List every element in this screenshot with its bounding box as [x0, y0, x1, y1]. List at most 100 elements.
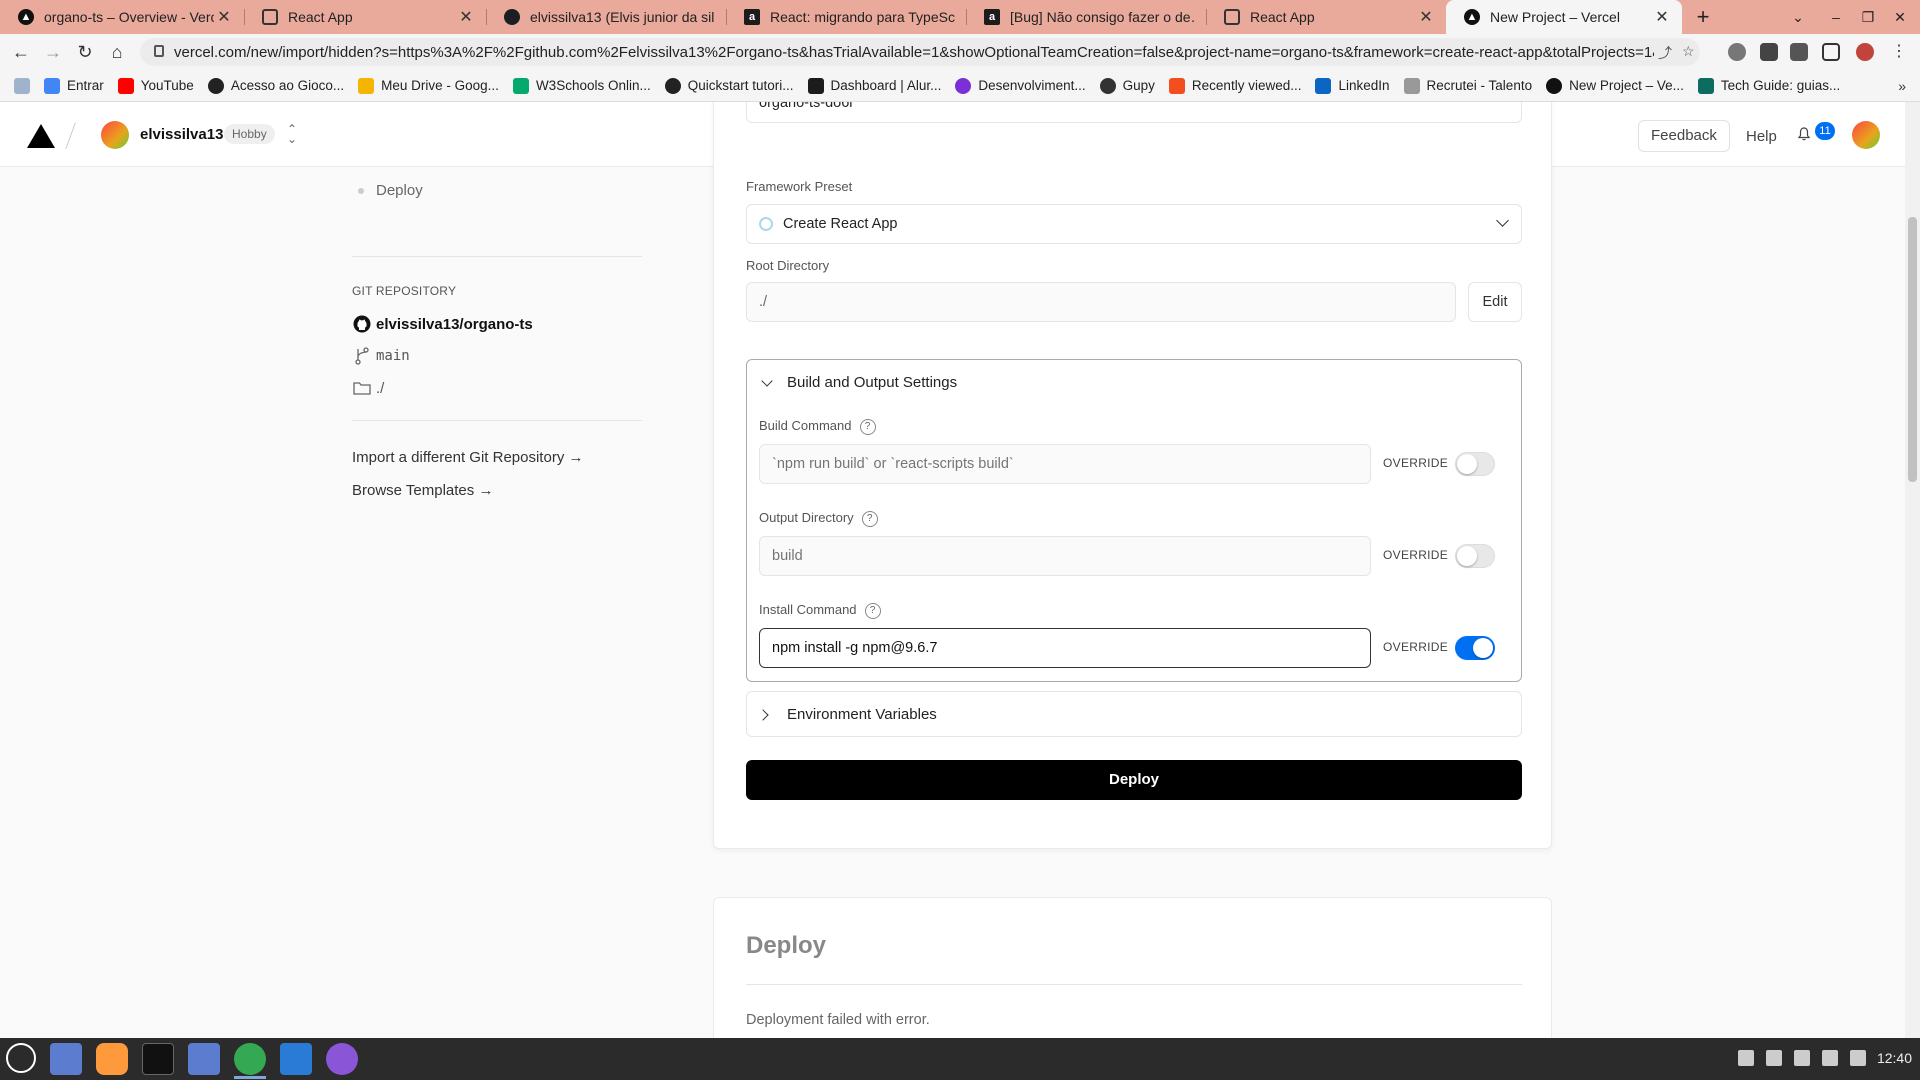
tab-title: organo-ts – Overview - Vercel — [44, 9, 214, 25]
bookmark-item[interactable]: Entrar — [44, 77, 104, 94]
clock[interactable]: 12:40 — [1877, 1050, 1912, 1066]
vercel-logo-icon[interactable] — [27, 124, 55, 148]
bookmark-item[interactable]: New Project – Ve... — [1546, 77, 1684, 94]
alura-icon: a — [744, 9, 760, 25]
tab-search-icon[interactable]: ⌄ — [1786, 6, 1810, 28]
apps-icon — [44, 77, 60, 94]
directory-path: ./ — [376, 379, 385, 397]
media-queue-icon[interactable] — [1790, 43, 1808, 61]
url-input[interactable]: vercel.com/new/import/hidden?s=https%3A%… — [140, 38, 1700, 66]
build-output-settings-toggle[interactable]: Build and Output Settings — [787, 374, 957, 391]
share-icon[interactable]: ⤴ — [1658, 43, 1672, 63]
minimize-icon[interactable]: – — [1824, 6, 1848, 28]
environment-variables-panel[interactable]: Environment Variables — [746, 691, 1522, 737]
import-different-repo-link[interactable]: Import a different Git Repository → — [352, 449, 583, 466]
team-name[interactable]: elvissilva13 — [140, 126, 223, 143]
browser-menu-icon[interactable]: ⋮ — [1886, 39, 1912, 65]
browser-tab[interactable]: React App ✕ — [1206, 0, 1446, 34]
bookmark-item[interactable]: LinkedIn — [1315, 77, 1390, 94]
bookmark-item[interactable]: YouTube — [117, 77, 194, 94]
bookmark-item[interactable]: Meu Drive - Goog... — [358, 77, 499, 94]
bookmark-item[interactable]: W3Schools Onlin... — [512, 77, 651, 94]
bookmark-item[interactable]: Recrutei - Talento — [1403, 77, 1532, 94]
help-circle-icon[interactable]: ? — [861, 510, 878, 527]
browser-tab[interactable]: React App ✕ — [244, 0, 486, 34]
browser-tab[interactable]: ▲ organo-ts – Overview - Vercel ✕ — [0, 0, 244, 34]
extension-globe-icon[interactable] — [1728, 43, 1746, 61]
vscode-icon[interactable] — [280, 1043, 312, 1075]
maximize-icon[interactable]: ❐ — [1856, 6, 1880, 28]
git-repository-heading: GIT REPOSITORY — [352, 284, 457, 298]
browser-tab-active[interactable]: ▲ New Project – Vercel ✕ — [1446, 0, 1682, 34]
bookmark-item[interactable]: Dashboard | Alur... — [807, 77, 941, 94]
close-icon[interactable]: ✕ — [1652, 7, 1672, 27]
help-link[interactable]: Help — [1746, 128, 1777, 145]
browser-tab[interactable]: a React: migrando para TypeSc… — [726, 0, 966, 34]
deploy-button[interactable]: Deploy — [746, 760, 1522, 800]
volume-icon[interactable] — [1850, 1050, 1866, 1066]
youtube-icon — [117, 77, 134, 94]
reload-icon[interactable]: ↻ — [72, 39, 98, 65]
url-text: vercel.com/new/import/hidden?s=https%3A%… — [174, 43, 1654, 61]
more-bookmarks-icon[interactable]: » — [1898, 78, 1906, 94]
new-tab-button[interactable]: + — [1690, 4, 1716, 30]
help-circle-icon[interactable]: ? — [864, 602, 881, 619]
chevron-down-icon[interactable] — [761, 375, 773, 387]
bookmark-item[interactable]: Gupy — [1099, 77, 1155, 94]
feedback-button[interactable]: Feedback — [1638, 120, 1730, 152]
profile-avatar-icon[interactable] — [1856, 43, 1874, 61]
apps-grid-icon[interactable] — [14, 77, 30, 94]
close-icon[interactable]: ✕ — [214, 7, 234, 27]
install-command-override-toggle[interactable] — [1455, 636, 1495, 660]
bookmark-item[interactable]: Quickstart tutori... — [664, 77, 794, 94]
extensions-puzzle-icon[interactable] — [1760, 43, 1778, 61]
drive-icon — [358, 77, 375, 94]
framework-preset-select[interactable]: Create React App — [746, 204, 1522, 244]
divider — [746, 984, 1522, 985]
shield-icon[interactable] — [1766, 1050, 1782, 1066]
help-circle-icon[interactable]: ? — [859, 418, 876, 435]
close-icon[interactable]: ✕ — [456, 7, 476, 27]
terminal-icon[interactable] — [142, 1043, 174, 1075]
mint-menu-icon[interactable] — [6, 1043, 36, 1073]
browser-tab[interactable]: elvissilva13 (Elvis junior da sil… — [486, 0, 726, 34]
close-window-icon[interactable]: ✕ — [1888, 6, 1912, 28]
team-avatar[interactable] — [101, 121, 129, 149]
root-directory-input[interactable]: ./ — [746, 282, 1456, 322]
bookmark-item[interactable]: Acesso ao Gioco... — [207, 77, 344, 94]
close-icon[interactable]: ✕ — [1416, 7, 1436, 27]
build-command-override-toggle[interactable] — [1455, 452, 1495, 476]
chevron-up-down-icon[interactable]: ⌃ ⌄ — [287, 123, 297, 145]
home-icon[interactable]: ⌂ — [104, 39, 130, 65]
show-desktop-icon[interactable] — [50, 1043, 82, 1075]
network-icon[interactable] — [1822, 1050, 1838, 1066]
browser-tab[interactable]: a [Bug] Não consigo fazer o de… — [966, 0, 1206, 34]
bookmark-item[interactable]: Tech Guide: guias... — [1697, 77, 1840, 94]
project-name-input[interactable]: organo-ts-do6i — [746, 102, 1522, 123]
github-desktop-icon[interactable] — [326, 1043, 358, 1075]
firefox-icon[interactable] — [96, 1043, 128, 1075]
output-directory-input[interactable] — [759, 536, 1371, 576]
browser-tab-bar: ▲ organo-ts – Overview - Vercel ✕ React … — [0, 0, 1920, 34]
bookmark-item[interactable]: Desenvolviment... — [955, 77, 1086, 94]
build-command-input[interactable] — [759, 444, 1371, 484]
toggle-knob — [1457, 546, 1477, 566]
install-command-input[interactable]: npm install -g npm@9.6.7 — [759, 628, 1371, 668]
browse-templates-link[interactable]: Browse Templates → — [352, 482, 493, 499]
bell-icon[interactable] — [1797, 127, 1811, 141]
scrollbar-thumb[interactable] — [1908, 217, 1917, 482]
edit-root-directory-button[interactable]: Edit — [1468, 282, 1522, 322]
side-panel-icon[interactable] — [1822, 43, 1840, 61]
user-avatar[interactable] — [1852, 121, 1880, 149]
repo-row[interactable]: elvissilva13/organo-ts — [352, 314, 533, 334]
output-directory-override-toggle[interactable] — [1455, 544, 1495, 568]
back-arrow-icon[interactable]: ← — [8, 39, 34, 65]
vercel-page: elvissilva13 Hobby ⌃ ⌄ Feedback Help 11 D… — [0, 102, 1905, 1038]
clipboard-icon[interactable] — [1738, 1050, 1754, 1066]
files-icon[interactable] — [188, 1043, 220, 1075]
chrome-icon[interactable] — [234, 1043, 266, 1075]
bookmark-item[interactable]: Recently viewed... — [1168, 77, 1301, 94]
star-icon[interactable] — [1794, 1050, 1810, 1066]
forward-arrow-icon[interactable]: → — [40, 39, 66, 65]
bookmark-star-icon[interactable]: ☆ — [1682, 43, 1695, 60]
